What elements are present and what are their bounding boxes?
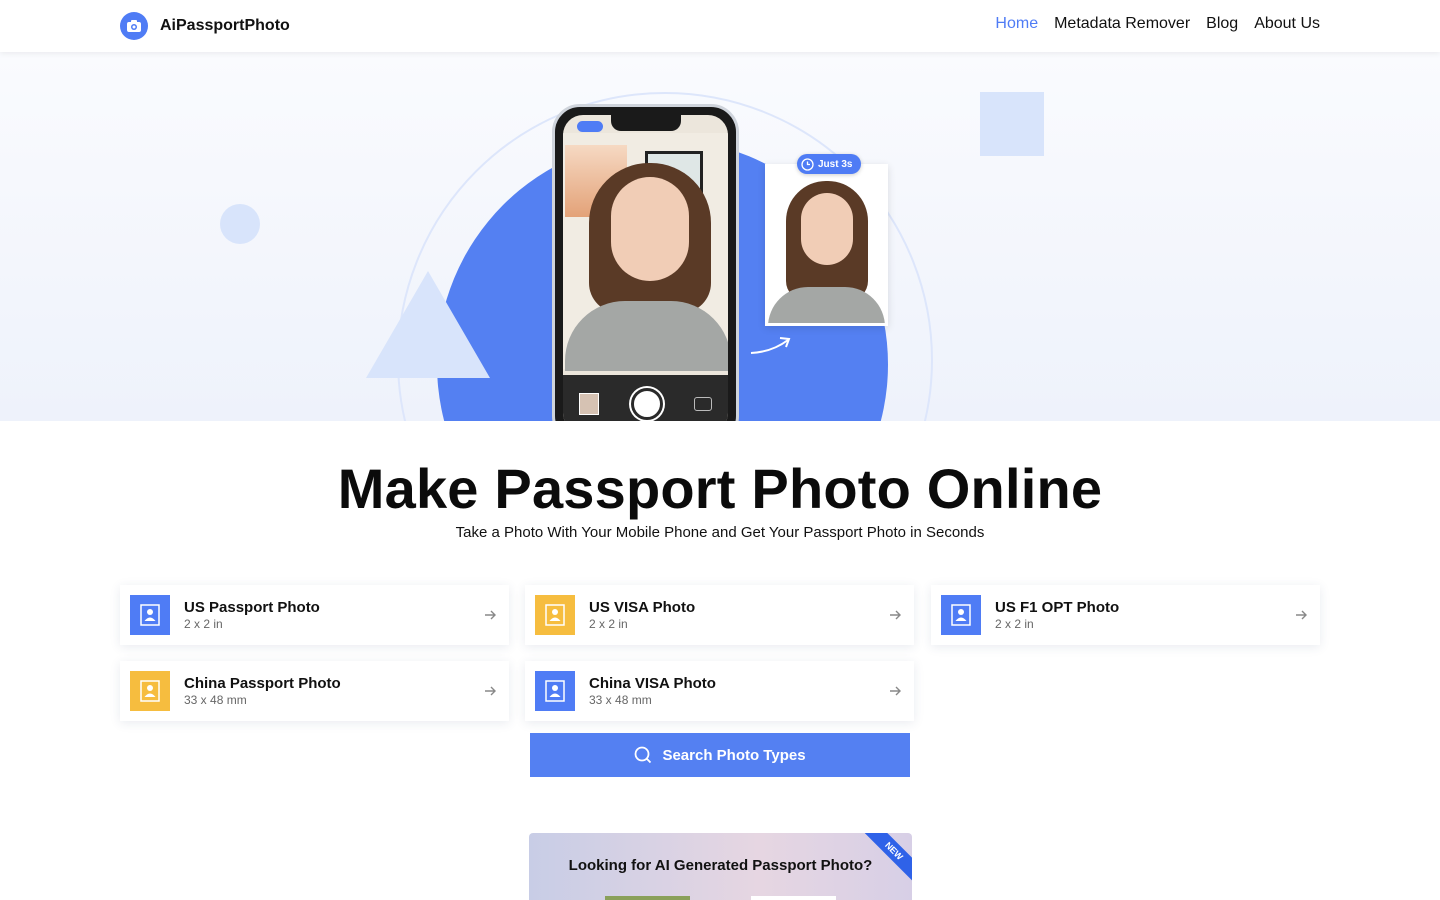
gallery-thumbnail-icon [579, 393, 599, 415]
card-size: 2 x 2 in [589, 617, 628, 631]
nav-about-us[interactable]: About Us [1254, 15, 1320, 33]
brand[interactable]: AiPassportPhoto [120, 12, 290, 40]
id-photo-icon [535, 671, 575, 711]
id-photo-icon [941, 595, 981, 635]
card-title: US VISA Photo [589, 599, 696, 616]
page-title: Make Passport Photo Online [337, 457, 1103, 520]
promo-image-left [605, 896, 690, 900]
card-title: China VISA Photo [589, 675, 716, 692]
result-shirt [768, 287, 885, 323]
card-size: 33 x 48 mm [184, 693, 247, 707]
camera-preview [563, 133, 728, 371]
photo-type-card-us-f1-opt[interactable]: US F1 OPT Photo 2 x 2 in [931, 585, 1320, 645]
ai-photo-promo-banner[interactable]: Looking for AI Generated Passport Photo?… [529, 833, 912, 900]
flip-camera-icon [694, 397, 712, 411]
photo-type-card-china-passport[interactable]: China Passport Photo 33 x 48 mm [120, 661, 509, 721]
decorative-circle [220, 204, 260, 244]
hero-illustration: Just 3s [0, 52, 1440, 421]
shutter-button-icon [630, 388, 663, 420]
subject-shirt [565, 301, 728, 371]
phone-notch [610, 115, 681, 131]
nav-blog[interactable]: Blog [1206, 15, 1238, 33]
main-nav: Home Metadata Remover Blog About Us [995, 15, 1320, 33]
arrow-right-icon [890, 610, 901, 620]
camera-logo-icon [120, 12, 148, 40]
nav-metadata-remover[interactable]: Metadata Remover [1054, 15, 1190, 33]
photo-type-card-china-visa[interactable]: China VISA Photo 33 x 48 mm [525, 661, 914, 721]
card-title: China Passport Photo [184, 675, 341, 692]
card-size: 33 x 48 mm [589, 693, 652, 707]
speed-badge-label: Just 3s [818, 158, 853, 170]
search-photo-types-button[interactable]: Search Photo Types [530, 733, 910, 777]
search-icon [635, 746, 652, 764]
phone-mockup [552, 104, 739, 421]
arrow-right-icon [485, 686, 496, 696]
curved-arrow-icon [750, 337, 791, 354]
search-button-label: Search Photo Types [662, 746, 806, 764]
page-subtitle: Take a Photo With Your Mobile Phone and … [455, 524, 985, 541]
result-face [801, 193, 853, 265]
decorative-triangle [366, 271, 490, 378]
brand-name: AiPassportPhoto [160, 17, 290, 34]
arrow-right-icon [485, 610, 496, 620]
id-photo-icon [130, 671, 170, 711]
nav-home[interactable]: Home [995, 15, 1038, 33]
promo-image-right [751, 896, 836, 900]
promo-title: Looking for AI Generated Passport Photo? [568, 857, 873, 874]
card-size: 2 x 2 in [995, 617, 1034, 631]
card-title: US F1 OPT Photo [995, 599, 1120, 616]
phone-screen [563, 115, 728, 421]
photo-type-card-us-passport[interactable]: US Passport Photo 2 x 2 in [120, 585, 509, 645]
decorative-square [980, 92, 1044, 156]
camera-mode-icon [577, 121, 603, 132]
id-photo-icon [130, 595, 170, 635]
speed-badge: Just 3s [797, 154, 862, 174]
clock-icon [801, 157, 814, 171]
card-title: US Passport Photo [184, 599, 320, 616]
photo-type-card-us-visa[interactable]: US VISA Photo 2 x 2 in [525, 585, 914, 645]
card-size: 2 x 2 in [184, 617, 223, 631]
result-passport-photo [765, 164, 888, 326]
subject-face [611, 177, 689, 281]
top-nav-bar: AiPassportPhoto Home Metadata Remover Bl… [0, 0, 1440, 52]
id-photo-icon [535, 595, 575, 635]
arrow-right-icon [1296, 610, 1307, 620]
camera-controls [563, 375, 728, 421]
arrow-right-icon [890, 686, 901, 696]
